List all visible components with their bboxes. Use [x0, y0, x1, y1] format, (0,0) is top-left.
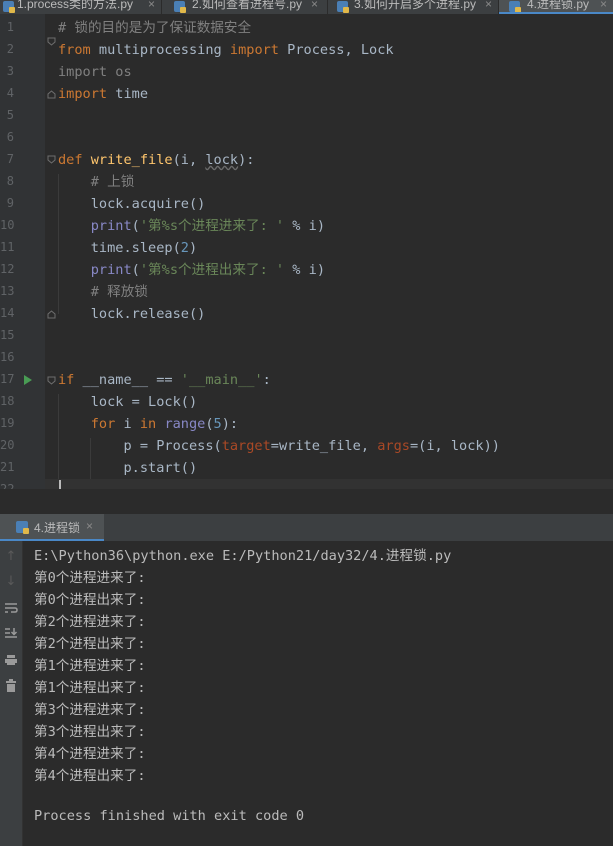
tab-label: 2.如何查看进程号.py — [192, 0, 303, 11]
line-number: 3 — [6, 64, 14, 78]
console-line: 第3个进程出来了: — [34, 724, 146, 740]
code-line-8: # 上锁 — [90, 174, 135, 190]
code-line-17: if __name__ == '__main__': — [58, 372, 271, 388]
code-line-10: print('第%s个进程进来了: ' % i) — [90, 218, 326, 234]
text-caret — [59, 480, 61, 489]
run-panel-header: 4.进程锁 × — [0, 514, 613, 542]
code-line-7: def write_file(i, lock): — [58, 152, 255, 168]
line-number: 4 — [6, 86, 14, 100]
tab-label: 3.如何开启多个进程.py — [354, 0, 477, 11]
panel-splitter[interactable] — [0, 489, 613, 514]
tab-label: 1.process类的方法.py — [17, 0, 134, 11]
close-icon[interactable]: × — [485, 0, 492, 11]
python-file-icon — [3, 1, 15, 13]
line-number: 17 — [0, 372, 15, 386]
soft-wrap-icon[interactable] — [0, 599, 22, 617]
console-line: Process finished with exit code 0 — [34, 808, 305, 824]
tab-label: 4.进程锁.py — [527, 0, 590, 11]
arrow-down-icon[interactable]: ↓ — [0, 572, 22, 590]
close-icon[interactable]: × — [148, 0, 155, 11]
line-number: 21 — [0, 460, 15, 474]
line-number: 14 — [0, 306, 15, 320]
python-file-icon — [509, 1, 521, 13]
code-line-4: import time — [58, 86, 149, 102]
code-line-11: time.sleep(2) — [58, 240, 198, 256]
console-line: 第1个进程进来了: — [34, 658, 146, 674]
code-line-1: # 锁的目的是为了保证数据安全 — [58, 20, 252, 36]
close-icon[interactable]: × — [311, 0, 318, 11]
console-line: 第1个进程出来了: — [34, 680, 146, 696]
current-line-highlight — [45, 479, 613, 489]
trash-icon[interactable] — [0, 676, 22, 694]
line-number: 8 — [6, 174, 14, 188]
tab-process-lock[interactable]: 4.进程锁.py × — [499, 0, 613, 14]
line-number: 16 — [0, 350, 15, 364]
close-icon[interactable]: × — [600, 0, 607, 11]
code-line-21: p.start() — [58, 460, 198, 476]
scroll-to-end-icon[interactable] — [0, 624, 22, 642]
line-number: 18 — [0, 394, 15, 408]
run-tab[interactable]: 4.进程锁 × — [0, 514, 104, 541]
console-line: 第2个进程出来了: — [34, 636, 146, 652]
run-tab-label: 4.进程锁 — [34, 521, 81, 535]
line-number: 6 — [6, 130, 14, 144]
fold-icon[interactable] — [47, 37, 56, 46]
python-file-icon — [337, 1, 349, 13]
line-number: 19 — [0, 416, 15, 430]
python-file-icon — [174, 1, 186, 13]
code-line-2: from multiprocessing import Process, Loc… — [58, 42, 394, 58]
console-line: E:\Python36\python.exe E:/Python21/day32… — [34, 548, 452, 564]
line-number: 13 — [0, 284, 15, 298]
editor-tab-bar: 1.process类的方法.py × 2.如何查看进程号.py × 3.如何开启… — [0, 0, 613, 14]
run-toolbar: ↑ ↓ — [0, 541, 23, 846]
code-line-14: lock.release() — [58, 306, 206, 322]
console-line: 第4个进程进来了: — [34, 746, 146, 762]
close-icon[interactable]: × — [86, 519, 93, 533]
arrow-up-icon[interactable]: ↑ — [0, 547, 22, 565]
tab-process-methods[interactable]: 1.process类的方法.py × — [0, 0, 160, 14]
console-line: 第4个进程出来了: — [34, 768, 146, 784]
tab-view-pid[interactable]: 2.如何查看进程号.py × — [162, 0, 327, 14]
line-number: 5 — [6, 108, 14, 122]
line-number: 22 — [0, 482, 15, 489]
tab-multiple-processes[interactable]: 3.如何开启多个进程.py × — [328, 0, 498, 14]
line-number-gutter: 1 2 3 4 5 6 7 8 9 10 11 12 13 14 15 16 1… — [0, 14, 45, 489]
console-line: 第0个进程出来了: — [34, 592, 146, 608]
line-number: 9 — [6, 196, 14, 210]
fold-icon[interactable] — [47, 310, 56, 319]
line-number: 11 — [0, 240, 15, 254]
code-line-18: lock = Lock() — [58, 394, 198, 410]
line-number: 2 — [6, 42, 14, 56]
fold-icon[interactable] — [47, 90, 56, 99]
code-editor[interactable]: 1 2 3 4 5 6 7 8 9 10 11 12 13 14 15 16 1… — [0, 14, 613, 489]
fold-icon[interactable] — [47, 376, 56, 385]
line-number: 10 — [0, 218, 15, 232]
python-file-icon — [16, 521, 29, 534]
code-line-13: # 释放锁 — [90, 284, 148, 300]
console-line: 第0个进程进来了: — [34, 570, 146, 586]
run-console[interactable]: E:\Python36\python.exe E:/Python21/day32… — [23, 541, 613, 846]
line-number: 7 — [6, 152, 14, 166]
code-line-20: p = Process(target=write_file, args=(i, … — [58, 438, 500, 454]
code-line-9: lock.acquire() — [58, 196, 206, 212]
line-number: 1 — [6, 20, 14, 34]
fold-icon[interactable] — [47, 155, 56, 164]
line-number: 20 — [0, 438, 15, 452]
code-line-19: for i in range(5): — [90, 416, 239, 432]
line-number: 12 — [0, 262, 15, 276]
console-line: 第2个进程进来了: — [34, 614, 146, 630]
run-triangle-icon[interactable] — [24, 375, 32, 385]
code-line-3: import os — [58, 64, 132, 80]
line-number: 15 — [0, 328, 15, 342]
console-line: 第3个进程进来了: — [34, 702, 146, 718]
code-line-12: print('第%s个进程出来了: ' % i) — [90, 262, 326, 278]
print-icon[interactable] — [0, 651, 22, 669]
